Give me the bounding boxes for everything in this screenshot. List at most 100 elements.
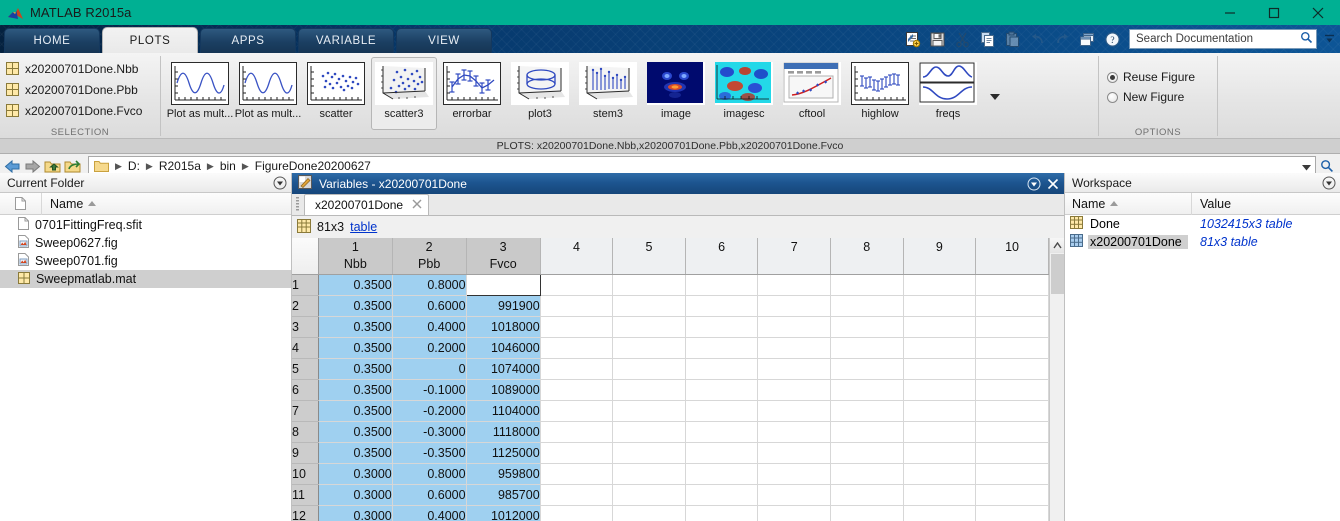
cell-r2c4[interactable] [540, 295, 614, 317]
column-header-9[interactable]: 9 [903, 238, 977, 275]
gallery-item-freqs[interactable]: freqs [915, 57, 981, 130]
row-header[interactable]: 10 [292, 463, 320, 485]
cell-r5c4[interactable] [540, 358, 614, 380]
column-file-type[interactable] [0, 192, 42, 215]
cell-r11c10[interactable] [975, 484, 1049, 506]
maximize-button[interactable] [1252, 0, 1296, 25]
cell-r10c5[interactable] [612, 463, 686, 485]
row-header[interactable]: 5 [292, 358, 320, 380]
cell-r2c10[interactable] [975, 295, 1049, 317]
cell-r9c10[interactable] [975, 442, 1049, 464]
breadcrumb-item-figuredone[interactable]: FigureDone20200627 [253, 159, 373, 173]
column-header-1[interactable]: 1 Nbb [318, 238, 393, 275]
gallery-item-scatter3[interactable]: scatter3 [371, 57, 437, 130]
minimize-button[interactable] [1208, 0, 1252, 25]
panel-menu-icon[interactable] [1321, 175, 1337, 191]
row-header[interactable]: 8 [292, 421, 320, 443]
cell-r5c5[interactable] [612, 358, 686, 380]
table-row[interactable]: 8 0.3500 -0.3000 1118000 [292, 421, 1049, 443]
row-header[interactable]: 3 [292, 316, 320, 338]
cell-r7c6[interactable] [685, 400, 759, 422]
cell-r6c6[interactable] [685, 379, 759, 401]
cell-r2c8[interactable] [830, 295, 904, 317]
table-row[interactable]: 12 0.3000 0.4000 1012000 [292, 505, 1049, 521]
cell-r5c2[interactable]: 0 [392, 358, 467, 380]
scroll-up-icon[interactable] [1049, 238, 1064, 253]
panel-menu-icon[interactable] [272, 175, 288, 191]
tab-close-icon[interactable] [412, 198, 422, 212]
tab-grip-handle[interactable] [292, 193, 304, 215]
cell-r3c4[interactable] [540, 316, 614, 338]
variable-table[interactable]: 1 Nbb 2 Pbb 3 Fvco 4 5 6 7 8 9 10 1 0.35… [292, 238, 1049, 521]
selection-item-nbb[interactable]: x20200701Done.Nbb [6, 58, 160, 79]
breadcrumb-item-bin[interactable]: bin [218, 159, 238, 173]
workspace-row-x20200701done[interactable]: x20200701Done 81x3 table [1065, 233, 1340, 251]
cell-r1c10[interactable] [975, 274, 1049, 296]
file-row-0701fittingfreq[interactable]: 0701FittingFreq.sfit [0, 216, 291, 234]
gallery-more-icon[interactable] [983, 57, 1007, 137]
cell-r10c3[interactable]: 959800 [466, 463, 541, 485]
cell-r12c2[interactable]: 0.4000 [392, 505, 467, 521]
table-row[interactable]: 5 0.3500 0 1074000 [292, 358, 1049, 380]
cell-r9c2[interactable]: -0.3500 [392, 442, 467, 464]
cell-r6c9[interactable] [903, 379, 977, 401]
cell-r10c1[interactable]: 0.3000 [318, 463, 393, 485]
option-reuse-figure[interactable]: Reuse Figure [1107, 67, 1217, 87]
table-row[interactable]: 2 0.3500 0.6000 991900 [292, 295, 1049, 317]
cell-r1c9[interactable] [903, 274, 977, 296]
select-all-corner[interactable] [292, 238, 320, 275]
column-header-10[interactable]: 10 [975, 238, 1049, 275]
cell-r12c1[interactable]: 0.3000 [318, 505, 393, 521]
variable-tab-x20200701done[interactable]: x20200701Done [304, 194, 430, 215]
cell-r6c10[interactable] [975, 379, 1049, 401]
table-row[interactable]: 4 0.3500 0.2000 1046000 [292, 337, 1049, 359]
row-header[interactable]: 12 [292, 505, 320, 521]
column-header-6[interactable]: 6 [685, 238, 759, 275]
cell-r12c5[interactable] [612, 505, 686, 521]
cell-r7c4[interactable] [540, 400, 614, 422]
cell-r12c9[interactable] [903, 505, 977, 521]
cell-r6c8[interactable] [830, 379, 904, 401]
cell-r9c4[interactable] [540, 442, 614, 464]
breadcrumb-item-r2015a[interactable]: R2015a [157, 159, 203, 173]
cell-r3c5[interactable] [612, 316, 686, 338]
cell-r1c8[interactable] [830, 274, 904, 296]
selection-item-fvco[interactable]: x20200701Done.Fvco [6, 100, 160, 121]
cell-r3c1[interactable]: 0.3500 [318, 316, 393, 338]
cell-r8c3[interactable]: 1118000 [466, 421, 541, 443]
scrollbar-thumb[interactable] [1050, 254, 1064, 294]
cell-r1c5[interactable] [612, 274, 686, 296]
cell-r4c3[interactable]: 1046000 [466, 337, 541, 359]
row-header[interactable]: 4 [292, 337, 320, 359]
cell-r8c2[interactable]: -0.3000 [392, 421, 467, 443]
cell-r9c5[interactable] [612, 442, 686, 464]
cell-r3c10[interactable] [975, 316, 1049, 338]
cell-r11c3[interactable]: 985700 [466, 484, 541, 506]
cell-r10c7[interactable] [757, 463, 831, 485]
cell-r9c1[interactable]: 0.3500 [318, 442, 393, 464]
cell-r11c8[interactable] [830, 484, 904, 506]
cell-r11c2[interactable]: 0.6000 [392, 484, 467, 506]
gallery-item-scatter[interactable]: scatter [303, 57, 369, 130]
row-header[interactable]: 9 [292, 442, 320, 464]
column-header-5[interactable]: 5 [612, 238, 686, 275]
search-documentation-box[interactable] [1129, 29, 1317, 49]
cell-r12c10[interactable] [975, 505, 1049, 521]
gallery-item-plot-as-multiple-2[interactable]: Plot as mult... [235, 57, 301, 130]
row-header[interactable]: 1 [292, 274, 320, 296]
table-row[interactable]: 11 0.3000 0.6000 985700 [292, 484, 1049, 506]
cell-r11c9[interactable] [903, 484, 977, 506]
gallery-item-cftool[interactable]: cftool [779, 57, 845, 130]
cell-r8c1[interactable]: 0.3500 [318, 421, 393, 443]
cell-r8c5[interactable] [612, 421, 686, 443]
cell-r11c5[interactable] [612, 484, 686, 506]
cell-r5c9[interactable] [903, 358, 977, 380]
panel-menu-icon[interactable] [1024, 174, 1043, 193]
cell-r2c6[interactable] [685, 295, 759, 317]
row-header[interactable]: 2 [292, 295, 320, 317]
row-header[interactable]: 7 [292, 400, 320, 422]
gallery-item-imagesc[interactable]: imagesc [711, 57, 777, 130]
cell-r6c5[interactable] [612, 379, 686, 401]
cell-r5c3[interactable]: 1074000 [466, 358, 541, 380]
selection-item-pbb[interactable]: x20200701Done.Pbb [6, 79, 160, 100]
